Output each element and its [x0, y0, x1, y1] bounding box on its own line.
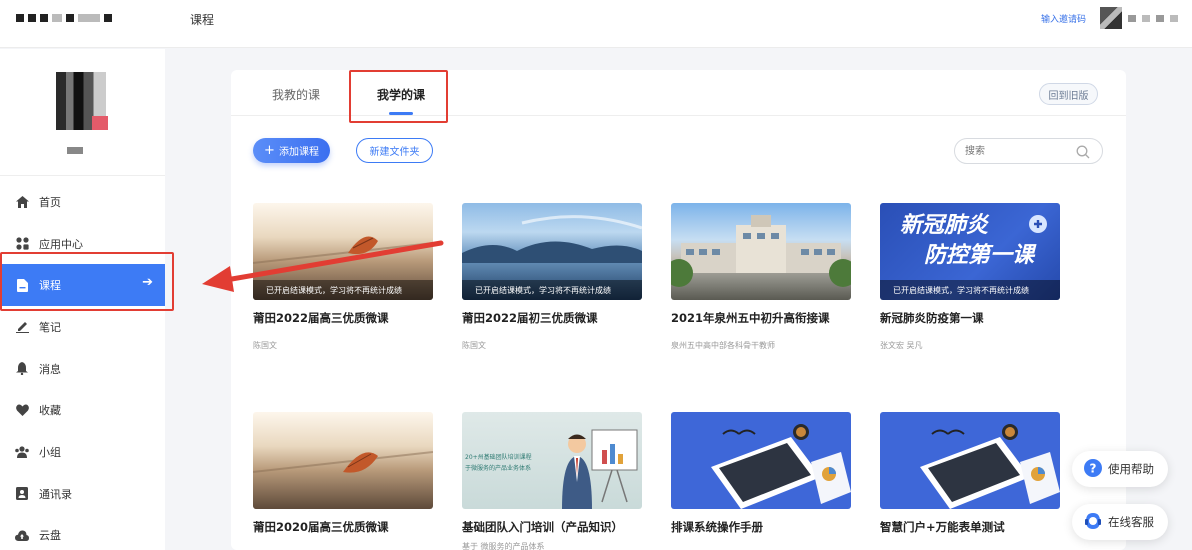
course-title: 莆田2022届初三优质微课: [462, 311, 598, 325]
sidebar-item-contacts[interactable]: 通讯录: [0, 473, 165, 515]
sidebar-item-label: 应用中心: [39, 237, 83, 251]
annotation-arrow-icon: [202, 240, 444, 292]
old-version-button[interactable]: 回到旧版: [1039, 83, 1098, 105]
course-teacher: 泉州五中高中部各科骨干教师: [671, 341, 775, 350]
course-teacher: 张文宏 吴凡: [880, 341, 923, 350]
help-label: 使用帮助: [1108, 462, 1154, 476]
customer-service-icon: [1084, 512, 1102, 533]
sidebar-nav: 首页 应用中心 课程 ➔ 笔记 消息 收藏 小组 通讯录 云盘: [0, 181, 165, 550]
course-card[interactable]: 20+州基础团队培训课程 于微服务的产品业务体系 基础团队入门培训（产品知识） …: [462, 412, 642, 550]
course-title: 排课系统操作手册: [671, 520, 763, 534]
course-teacher: 陈国文: [253, 341, 277, 350]
sidebar-item-favorites[interactable]: 收藏: [0, 389, 165, 431]
help-button[interactable]: ? 使用帮助: [1072, 451, 1168, 487]
course-status-note: 已开启结课模式，学习将不再统计成绩: [462, 280, 642, 300]
cover-text: 新冠肺炎 防控第一课: [900, 213, 1035, 268]
tab-teaching[interactable]: 我教的课: [272, 86, 320, 103]
course-title: 新冠肺炎防疫第一课: [880, 311, 984, 325]
course-card[interactable]: 已开启结课模式，学习将不再统计成绩 莆田2022届初三优质微课 陈国文: [462, 203, 642, 351]
invite-code-link[interactable]: 输入邀请码: [1041, 12, 1086, 25]
profile-avatar[interactable]: [56, 72, 108, 130]
question-icon: ?: [1084, 458, 1102, 480]
sidebar-item-group[interactable]: 小组: [0, 431, 165, 473]
course-card[interactable]: 新冠肺炎 防控第一课 已开启结课模式，学习将不再统计成绩 新冠肺炎防疫第一课 张…: [880, 203, 1060, 351]
sidebar-item-label: 通讯录: [39, 487, 72, 501]
course-card[interactable]: 智慧门户+万能表单测试: [880, 412, 1060, 535]
course-title: 莆田2022届高三优质微课: [253, 311, 389, 325]
home-icon: [15, 195, 29, 209]
annotation-box-tab: [349, 70, 448, 123]
course-cover: 新冠肺炎 防控第一课 已开启结课模式，学习将不再统计成绩: [880, 203, 1060, 300]
apps-icon: [15, 237, 29, 251]
customer-service-button[interactable]: 在线客服: [1072, 504, 1168, 540]
course-title: 智慧门户+万能表单测试: [880, 520, 1005, 534]
course-cover: [253, 412, 433, 509]
note-icon: [15, 320, 29, 334]
course-teacher: 基于 微服务的产品体系: [462, 542, 545, 550]
new-folder-button[interactable]: 新建文件夹: [356, 138, 433, 163]
plus-icon: +: [264, 142, 275, 158]
sidebar-item-home[interactable]: 首页: [0, 181, 165, 223]
top-bar: 课程 输入邀请码: [0, 0, 1192, 48]
course-cover: [880, 412, 1060, 509]
course-card[interactable]: 排课系统操作手册: [671, 412, 851, 535]
contacts-icon: [15, 487, 29, 501]
course-teacher: 陈国文: [462, 341, 486, 350]
course-status-note: 已开启结课模式，学习将不再统计成绩: [880, 280, 1060, 300]
course-card[interactable]: 莆田2020届高三优质微课: [253, 412, 433, 535]
sidebar-item-label: 首页: [39, 195, 61, 209]
course-panel: 我教的课 我学的课 回到旧版 + 添加课程 新建文件夹 已开启结课模式，学习将不…: [231, 70, 1126, 550]
sidebar-item-label: 收藏: [39, 404, 61, 418]
sidebar-item-label: 小组: [39, 445, 61, 459]
sidebar-item-label: 笔记: [39, 320, 61, 334]
sidebar-item-cloud[interactable]: 云盘: [0, 515, 165, 550]
course-cover: [671, 203, 851, 300]
cloud-icon: [15, 528, 29, 542]
user-menu[interactable]: [1100, 7, 1178, 29]
course-cover: 20+州基础团队培训课程 于微服务的产品业务体系: [462, 412, 642, 509]
annotation-box-sidebar: [0, 252, 174, 311]
service-label: 在线客服: [1108, 515, 1154, 529]
sidebar-item-message[interactable]: 消息: [0, 348, 165, 390]
add-course-label: 添加课程: [278, 147, 319, 158]
course-card[interactable]: 2021年泉州五中初升高衔接课 泉州五中高中部各科骨干教师: [671, 203, 851, 351]
search-icon[interactable]: [1076, 144, 1090, 163]
heart-icon: [15, 403, 29, 417]
sidebar-item-note[interactable]: 笔记: [0, 306, 165, 348]
group-icon: [15, 445, 29, 459]
sidebar-item-label: 云盘: [39, 529, 61, 543]
course-title: 莆田2020届高三优质微课: [253, 520, 389, 534]
course-cover: [671, 412, 851, 509]
page-title: 课程: [190, 13, 215, 27]
add-course-button[interactable]: + 添加课程: [253, 138, 330, 163]
avatar[interactable]: [1100, 7, 1122, 29]
course-title: 2021年泉州五中初升高衔接课: [671, 311, 830, 325]
sidebar-item-label: 消息: [39, 362, 61, 376]
course-title: 基础团队入门培训（产品知识）: [462, 520, 623, 534]
svg-text:?: ?: [1090, 461, 1097, 475]
bell-icon: [15, 362, 29, 376]
profile-name: [67, 147, 83, 154]
app-logo[interactable]: [16, 14, 112, 22]
course-cover: 已开启结课模式，学习将不再统计成绩: [462, 203, 642, 300]
divider: [0, 175, 165, 176]
virus-icon: [1029, 215, 1047, 233]
